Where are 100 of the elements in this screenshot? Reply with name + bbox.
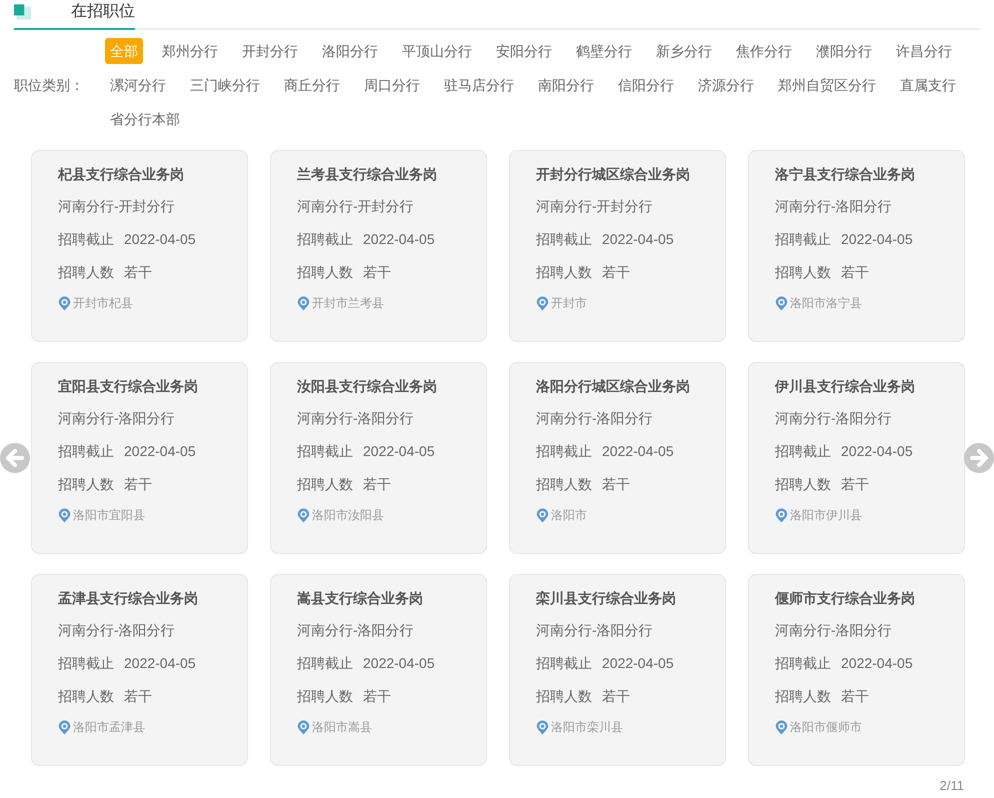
job-card[interactable]: 兰考县支行综合业务岗 河南分行-开封分行 招聘截止 2022-04-05 招聘人数 若干 开封市兰考县 [270,150,487,342]
deadline-value: 2022-04-05 [363,654,435,673]
headcount-value: 若干 [363,687,391,706]
headcount-label: 招聘人数 [536,687,592,706]
filter-option[interactable]: 新乡分行 [651,38,717,64]
filter-option[interactable]: 漯河分行 [105,72,171,98]
deadline-label: 招聘截止 [536,654,592,673]
filter-option[interactable]: 洛阳分行 [317,38,383,64]
filter-option[interactable]: 信阳分行 [613,72,679,98]
job-location: 洛阳市栾川县 [551,719,623,736]
location-pin-icon [58,508,71,522]
job-card[interactable]: 伊川县支行综合业务岗 河南分行-洛阳分行 招聘截止 2022-04-05 招聘人数 若干 洛阳市伊川县 [748,362,965,554]
filter-option[interactable]: 省分行本部 [105,106,185,132]
location-pin-icon [775,296,788,310]
deadline-value: 2022-04-05 [841,654,913,673]
headcount-value: 若干 [602,475,630,494]
deadline-label: 招聘截止 [775,654,831,673]
deadline-value: 2022-04-05 [363,230,435,249]
filter-option[interactable]: 驻马店分行 [439,72,519,98]
headcount-label: 招聘人数 [775,263,831,282]
deadline-label: 招聘截止 [58,442,114,461]
job-organization: 河南分行-洛阳分行 [536,409,654,428]
next-page-button[interactable] [964,440,994,476]
filter-option[interactable]: 直属支行 [895,72,961,98]
location-pin-icon [536,296,549,310]
location-pin-icon [536,508,549,522]
filter-option[interactable]: 濮阳分行 [811,38,877,64]
headcount-label: 招聘人数 [58,475,114,494]
headcount-label: 招聘人数 [297,687,353,706]
job-organization: 河南分行-洛阳分行 [775,197,893,216]
job-card[interactable]: 栾川县支行综合业务岗 河南分行-洛阳分行 招聘截止 2022-04-05 招聘人数 若干 洛阳市栾川县 [509,574,726,766]
job-organization: 河南分行-洛阳分行 [775,409,893,428]
headcount-label: 招聘人数 [775,475,831,494]
deadline-value: 2022-04-05 [841,230,913,249]
location-pin-icon [297,720,310,734]
deadline-label: 招聘截止 [297,230,353,249]
deadline-label: 招聘截止 [297,442,353,461]
location-pin-icon [775,720,788,734]
headcount-value: 若干 [124,475,152,494]
filter-option[interactable]: 郑州分行 [157,38,223,64]
deadline-value: 2022-04-05 [124,442,196,461]
location-pin-icon [297,296,310,310]
filter-option[interactable]: 周口分行 [359,72,425,98]
headcount-value: 若干 [841,687,869,706]
headcount-value: 若干 [841,475,869,494]
job-card[interactable]: 洛宁县支行综合业务岗 河南分行-洛阳分行 招聘截止 2022-04-05 招聘人数 若干 洛阳市洛宁县 [748,150,965,342]
filter-option[interactable]: 许昌分行 [891,38,957,64]
job-card[interactable]: 孟津县支行综合业务岗 河南分行-洛阳分行 招聘截止 2022-04-05 招聘人数 若干 洛阳市孟津县 [31,574,248,766]
filter-option[interactable]: 济源分行 [693,72,759,98]
deadline-label: 招聘截止 [775,442,831,461]
job-organization: 河南分行-洛阳分行 [536,621,654,640]
headcount-value: 若干 [602,263,630,282]
job-location: 开封市兰考县 [312,295,384,312]
deadline-value: 2022-04-05 [841,442,913,461]
job-card[interactable]: 嵩县支行综合业务岗 河南分行-洛阳分行 招聘截止 2022-04-05 招聘人数 若干 洛阳市嵩县 [270,574,487,766]
job-title: 杞县支行综合业务岗 [58,165,185,184]
filter-label: 职位类别： [14,76,85,94]
location-pin-icon [58,720,71,734]
filter-option[interactable]: 安阳分行 [491,38,557,64]
job-location: 洛阳市 [551,507,587,524]
job-card[interactable]: 宜阳县支行综合业务岗 河南分行-洛阳分行 招聘截止 2022-04-05 招聘人数 若干 洛阳市宜阳县 [31,362,248,554]
job-location: 洛阳市孟津县 [73,719,145,736]
page-indicator: 2/11 [940,777,964,795]
job-title: 洛宁县支行综合业务岗 [775,165,916,184]
job-organization: 河南分行-开封分行 [297,197,415,216]
filter-option[interactable]: 三门峡分行 [185,72,265,98]
job-organization: 河南分行-洛阳分行 [58,621,176,640]
filter-option[interactable]: 焦作分行 [731,38,797,64]
job-location: 洛阳市宜阳县 [73,507,145,524]
headcount-label: 招聘人数 [536,475,592,494]
job-card[interactable]: 偃师市支行综合业务岗 河南分行-洛阳分行 招聘截止 2022-04-05 招聘人数 若干 洛阳市偃师市 [748,574,965,766]
filter-option[interactable]: 平顶山分行 [397,38,477,64]
job-card[interactable]: 开封分行城区综合业务岗 河南分行-开封分行 招聘截止 2022-04-05 招聘人数 若干 开封市 [509,150,726,342]
deadline-value: 2022-04-05 [363,442,435,461]
job-title: 孟津县支行综合业务岗 [58,589,199,608]
job-title: 洛阳分行城区综合业务岗 [536,377,691,396]
deadline-label: 招聘截止 [58,654,114,673]
job-title: 栾川县支行综合业务岗 [536,589,677,608]
job-organization: 河南分行-洛阳分行 [297,409,415,428]
headcount-value: 若干 [124,263,152,282]
deadline-value: 2022-04-05 [124,230,196,249]
filter-option[interactable]: 鹤壁分行 [571,38,637,64]
headcount-label: 招聘人数 [297,475,353,494]
headcount-value: 若干 [363,475,391,494]
job-card[interactable]: 杞县支行综合业务岗 河南分行-开封分行 招聘截止 2022-04-05 招聘人数 若干 开封市杞县 [31,150,248,342]
location-pin-icon [775,508,788,522]
job-card[interactable]: 洛阳分行城区综合业务岗 河南分行-洛阳分行 招聘截止 2022-04-05 招聘人数 若干 洛阳市 [509,362,726,554]
location-pin-icon [58,296,71,310]
previous-page-button[interactable] [0,440,30,476]
filter-option[interactable]: 郑州自贸区分行 [773,72,881,98]
filter-option[interactable]: 开封分行 [237,38,303,64]
filter-option[interactable]: 南阳分行 [533,72,599,98]
job-organization: 河南分行-洛阳分行 [775,621,893,640]
location-pin-icon [297,508,310,522]
deadline-label: 招聘截止 [536,442,592,461]
deadline-value: 2022-04-05 [602,230,674,249]
job-organization: 河南分行-开封分行 [536,197,654,216]
filter-option[interactable]: 商丘分行 [279,72,345,98]
job-card[interactable]: 汝阳县支行综合业务岗 河南分行-洛阳分行 招聘截止 2022-04-05 招聘人数 若干 洛阳市汝阳县 [270,362,487,554]
deadline-label: 招聘截止 [536,230,592,249]
